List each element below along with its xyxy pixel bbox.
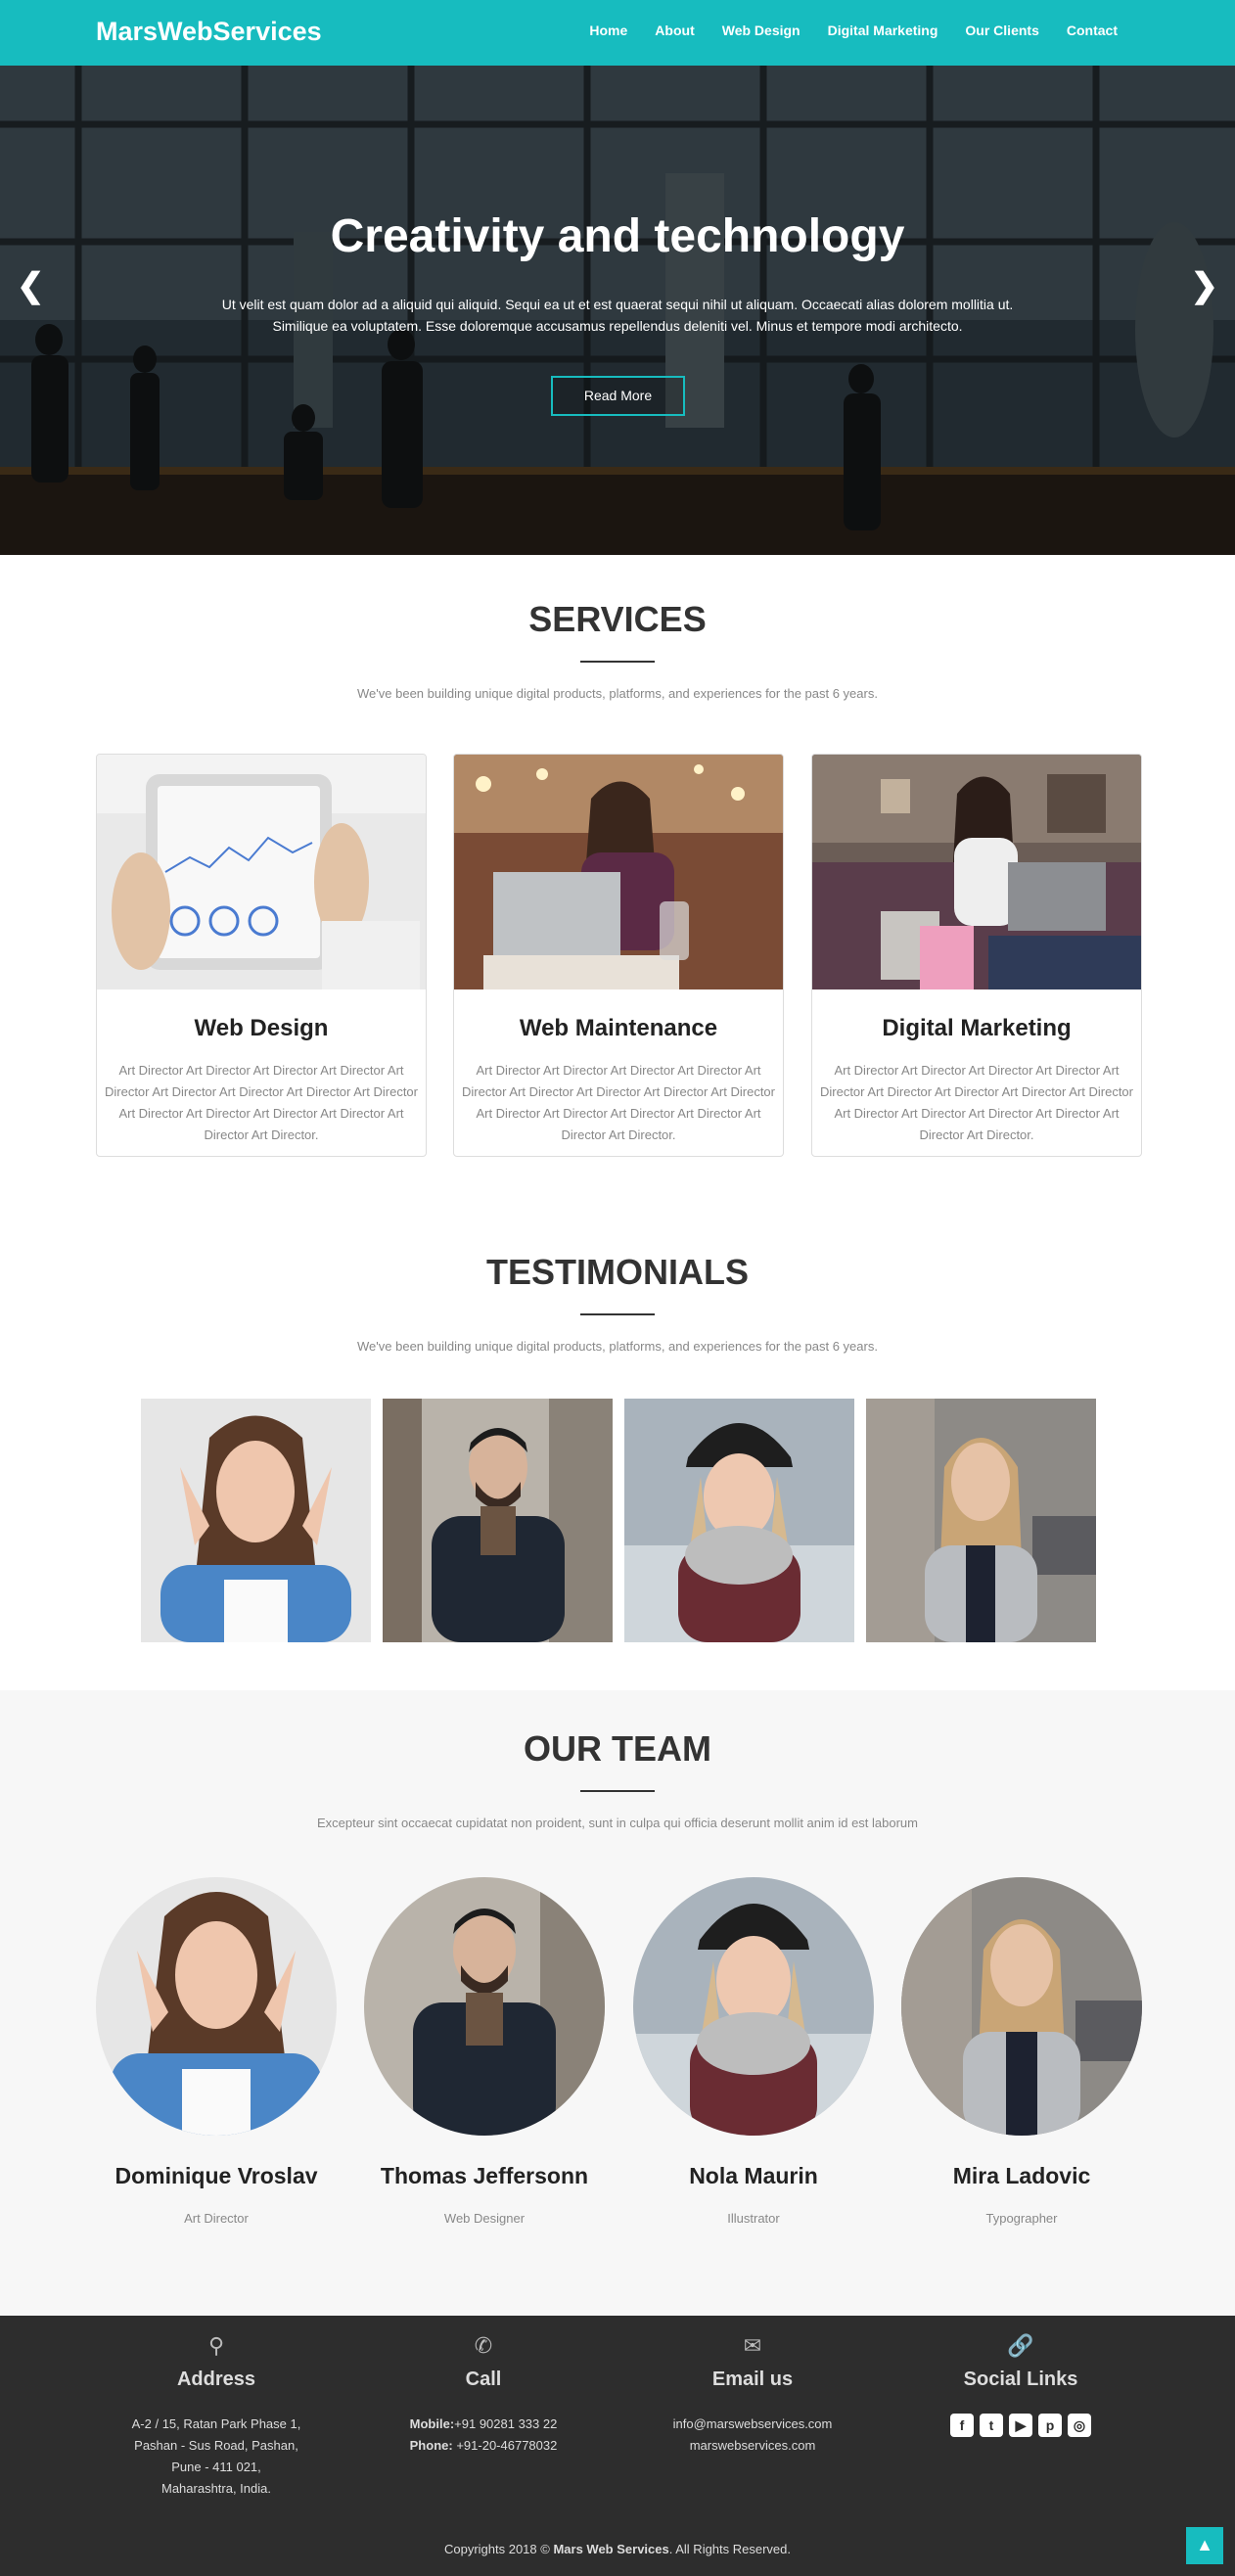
nav-link-our-clients[interactable]: Our Clients bbox=[965, 23, 1038, 38]
nav-link-digital-marketing[interactable]: Digital Marketing bbox=[828, 23, 938, 38]
website-link[interactable]: marswebservices.com bbox=[606, 2435, 899, 2457]
copyright: Copyrights 2018 © Mars Web Services. All… bbox=[0, 2542, 1235, 2556]
nav-menu: Home About Web Design Digital Marketing … bbox=[562, 23, 1118, 38]
testimonials-title: TESTIMONIALS bbox=[486, 1252, 749, 1292]
email-text: info@marswebservices.com marswebservices… bbox=[606, 2414, 899, 2457]
testimonial-photo[interactable] bbox=[624, 1399, 854, 1642]
read-more-button[interactable]: Read More bbox=[551, 376, 685, 416]
testimonial-photo[interactable] bbox=[866, 1399, 1096, 1642]
services-subtitle: We've been building unique digital produ… bbox=[357, 686, 878, 701]
copyright-prefix: Copyrights 2018 © bbox=[443, 2542, 554, 2556]
envelope-icon: ✉ bbox=[743, 2333, 762, 2358]
service-card-title: Web Maintenance bbox=[519, 1015, 718, 1041]
footer-heading: Social Links bbox=[963, 2369, 1078, 2390]
avatar bbox=[96, 1877, 337, 2136]
footer-heading: Call bbox=[465, 2369, 502, 2390]
team-subtitle: Excepteur sint occaecat cupidatat non pr… bbox=[317, 1816, 918, 1830]
hero-carousel: ❮ ❯ Creativity and technology Ut velit e… bbox=[0, 66, 1235, 555]
woman-laptop-image bbox=[454, 755, 783, 989]
nav-link-contact[interactable]: Contact bbox=[1067, 23, 1118, 38]
hero-text: Ut velit est quam dolor ad a aliquid qui… bbox=[221, 297, 1014, 334]
team-title: OUR TEAM bbox=[524, 1728, 711, 1769]
copyright-brand[interactable]: Mars Web Services bbox=[553, 2542, 668, 2556]
address-line: Pune - 411 021, bbox=[171, 2460, 261, 2474]
nav-link-web-design[interactable]: Web Design bbox=[722, 23, 800, 38]
team-member-card[interactable]: Nola Maurin Illustrator bbox=[633, 1877, 874, 2226]
chevron-right-icon[interactable]: ❯ bbox=[1191, 266, 1219, 305]
facebook-icon[interactable]: f bbox=[950, 2414, 974, 2437]
link-icon: 🔗 bbox=[1007, 2333, 1034, 2358]
navbar: MarsWebServices Home About Web Design Di… bbox=[0, 0, 1235, 66]
social-links: f t ▶ p ◎ bbox=[874, 2414, 1167, 2437]
avatar bbox=[901, 1877, 1142, 2136]
phone-text: Mobile:+91 90281 333 22 Phone: +91-20-46… bbox=[337, 2414, 630, 2457]
address-line: A-2 / 15, Ratan Park Phase 1, bbox=[131, 2416, 301, 2431]
tablet-analytics-image bbox=[97, 755, 426, 989]
services-title: SERVICES bbox=[528, 599, 707, 639]
email-link[interactable]: info@marswebservices.com bbox=[606, 2414, 899, 2435]
footer-heading: Address bbox=[176, 2369, 256, 2390]
map-pin-icon: ⚲ bbox=[207, 2333, 225, 2358]
member-name: Nola Maurin bbox=[689, 2163, 818, 2188]
testimonials-divider bbox=[580, 1313, 655, 1315]
testimonial-photo[interactable] bbox=[383, 1399, 613, 1642]
testimonial-photo[interactable] bbox=[141, 1399, 371, 1642]
team-member-card[interactable]: Dominique Vroslav Art Director bbox=[96, 1877, 337, 2226]
team-member-card[interactable]: Mira Ladovic Typographer bbox=[901, 1877, 1142, 2226]
phone-icon: ✆ bbox=[474, 2333, 493, 2358]
avatar bbox=[364, 1877, 605, 2136]
service-card-text: Art Director Art Director Art Director A… bbox=[819, 1063, 1133, 1142]
dribbble-icon[interactable]: ◎ bbox=[1068, 2414, 1091, 2437]
avatar bbox=[633, 1877, 874, 2136]
phone-number[interactable]: +91-20-46778032 bbox=[456, 2438, 557, 2453]
member-name: Mira Ladovic bbox=[952, 2163, 1091, 2188]
mobile-label: Mobile: bbox=[409, 2416, 455, 2431]
service-card-title: Digital Marketing bbox=[882, 1015, 1072, 1041]
testimonials-subtitle: We've been building unique digital produ… bbox=[357, 1339, 878, 1354]
woman-shopping-image bbox=[812, 755, 1141, 989]
service-card-web-maintenance[interactable]: Web Maintenance Art Director Art Directo… bbox=[453, 754, 784, 1157]
address-line: Pashan - Sus Road, Pashan, bbox=[134, 2438, 298, 2453]
member-name: Dominique Vroslav bbox=[114, 2163, 318, 2188]
pinterest-icon[interactable]: p bbox=[1038, 2414, 1062, 2437]
team-member-card[interactable]: Thomas Jeffersonn Web Designer bbox=[364, 1877, 605, 2226]
footer: ⚲ Address A-2 / 15, Ratan Park Phase 1, … bbox=[0, 2316, 1235, 2576]
brand-logo[interactable]: MarsWebServices bbox=[96, 17, 322, 47]
member-role: Illustrator bbox=[727, 2211, 780, 2226]
member-name: Thomas Jeffersonn bbox=[380, 2163, 589, 2188]
copyright-suffix: . All Rights Reserved. bbox=[668, 2542, 792, 2556]
footer-heading: Email us bbox=[711, 2369, 794, 2390]
service-card-web-design[interactable]: Web Design Art Director Art Director Art… bbox=[96, 754, 427, 1157]
address-text: A-2 / 15, Ratan Park Phase 1, Pashan - S… bbox=[69, 2414, 363, 2500]
nav-link-home[interactable]: Home bbox=[589, 23, 627, 38]
member-role: Web Designer bbox=[443, 2211, 526, 2226]
twitter-icon[interactable]: t bbox=[980, 2414, 1003, 2437]
member-role: Typographer bbox=[985, 2211, 1058, 2226]
services-divider bbox=[580, 661, 655, 663]
service-card-text: Art Director Art Director Art Director A… bbox=[461, 1063, 775, 1142]
service-card-text: Art Director Art Director Art Director A… bbox=[104, 1063, 418, 1142]
service-card-title: Web Design bbox=[194, 1015, 329, 1041]
address-line: Maharashtra, India. bbox=[160, 2481, 271, 2496]
phone-label: Phone: bbox=[409, 2438, 453, 2453]
team-divider bbox=[580, 1790, 655, 1792]
hero-title: Creativity and technology bbox=[330, 210, 905, 262]
mobile-number[interactable]: +91 90281 333 22 bbox=[454, 2416, 557, 2431]
chevron-left-icon[interactable]: ❮ bbox=[17, 266, 45, 305]
service-card-digital-marketing[interactable]: Digital Marketing Art Director Art Direc… bbox=[811, 754, 1142, 1157]
youtube-icon[interactable]: ▶ bbox=[1009, 2414, 1032, 2437]
chevron-up-icon[interactable]: ▲ bbox=[1186, 2527, 1223, 2564]
nav-link-about[interactable]: About bbox=[655, 23, 694, 38]
member-role: Art Director bbox=[184, 2211, 249, 2226]
